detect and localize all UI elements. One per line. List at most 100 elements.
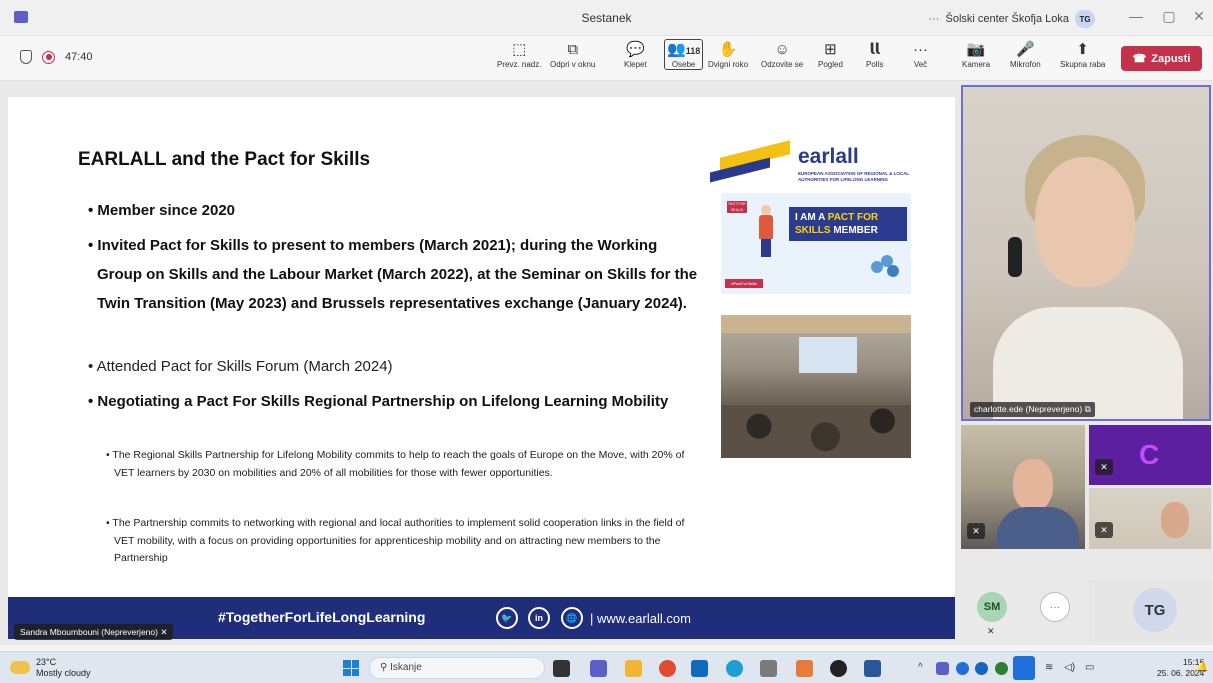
earlall-logo: earlall EUROPEAN ASSOCIATION OF REGIONAL…: [710, 140, 935, 193]
share-button[interactable]: ⬆ Skupna raba: [1060, 40, 1105, 69]
chat-label: Klepet: [624, 60, 647, 69]
view-label: Pogled: [818, 60, 843, 69]
self-video-tile[interactable]: TG: [1089, 580, 1211, 642]
audience: [721, 405, 911, 458]
taskbar-search-box[interactable]: ⚲ Iskanje: [369, 657, 545, 679]
view-button[interactable]: ⊞ Pogled: [818, 40, 843, 69]
weather-cloud-icon[interactable]: [10, 661, 30, 674]
notification-bell-icon[interactable]: 🔔: [1196, 662, 1208, 673]
search-placeholder: Iskanje: [390, 662, 422, 673]
meeting-timer: 47:40: [65, 51, 93, 63]
wifi-icon[interactable]: ≋: [1045, 662, 1053, 673]
pact-banner-highlight: PACT FOR: [827, 212, 879, 223]
linkedin-icon: in: [528, 607, 550, 629]
minimize-button[interactable]: —: [1126, 8, 1146, 24]
take-control-icon: ⬚: [512, 41, 527, 58]
pact-banner-highlight-2: SKILLS: [795, 225, 831, 236]
pact-banner: I AM A PACT FOR SKILLS MEMBER: [789, 207, 907, 241]
headset: [1008, 237, 1022, 277]
participant-video-tile[interactable]: C ✕: [1089, 425, 1211, 485]
raise-hand-label: Dvigni roko: [708, 60, 749, 69]
app-icon[interactable]: [830, 660, 847, 677]
twitter-icon: 🐦: [496, 607, 518, 629]
react-label: Odzovite se: [761, 60, 804, 69]
volume-icon[interactable]: ◁): [1064, 662, 1075, 673]
restore-button[interactable]: ▢: [1159, 8, 1179, 25]
more-button[interactable]: ··· Več: [913, 40, 928, 69]
self-avatar: TG: [1133, 588, 1177, 632]
view-icon: ⊞: [824, 41, 837, 58]
footer-url: | www.earlall.com: [590, 611, 691, 626]
calculator-icon[interactable]: [760, 660, 777, 677]
user-avatar[interactable]: TG: [1075, 10, 1095, 28]
polls-label: Polls: [866, 60, 884, 69]
footer-hashtag: #TogetherForLifeLongLearning: [218, 609, 426, 625]
presenter-name-label: Sandra Mboumbouni (Nepreverjeno) ✕: [14, 624, 174, 640]
slide-bullet: • Invited Pact for Skills to present to …: [88, 237, 698, 312]
trees-illustration: [871, 253, 899, 279]
participant-avatars-row: SM ✕ ··· TG: [961, 580, 1211, 642]
participant-count: 118: [685, 46, 701, 56]
pop-out-icon: ⧉: [567, 41, 579, 58]
globe-icon: 🌐: [561, 607, 583, 629]
people-button[interactable]: 👥118 Osebe: [664, 39, 704, 70]
edge-icon[interactable]: [726, 660, 743, 677]
microphone-tray-icon[interactable]: [1013, 656, 1035, 680]
chevron-up-icon[interactable]: ^: [918, 662, 923, 673]
file-explorer-icon[interactable]: [625, 660, 642, 677]
chat-icon: 💬: [626, 41, 645, 58]
take-control-button[interactable]: ⬚ Prevz. nadz.: [497, 40, 541, 69]
organization-switcher[interactable]: ··· Šolski center Škofja Loka TG: [928, 10, 1095, 28]
chrome-icon[interactable]: [659, 660, 676, 677]
teams-icon[interactable]: [590, 660, 607, 677]
phone-hangup-icon: ☎: [1132, 53, 1147, 65]
polls-button[interactable]: 𝗹𝗹 Polls: [866, 40, 883, 69]
leave-label: Zapusti: [1151, 52, 1191, 65]
people-glyph: 👥: [667, 41, 686, 58]
slide-bullet: • Negotiating a Pact For Skills Regional…: [88, 393, 669, 410]
windows-start-icon[interactable]: [343, 660, 359, 676]
participant-video-tile[interactable]: ✕: [1089, 488, 1211, 549]
close-button[interactable]: ✕: [1189, 8, 1209, 25]
shield-icon[interactable]: [20, 50, 32, 64]
shared-screen-slide: EARLALL and the Pact for Skills • Member…: [8, 97, 955, 639]
camera-label: Kamera: [962, 60, 991, 69]
participant-video-tile[interactable]: ✕: [961, 425, 1085, 549]
teams-tray-icon[interactable]: [936, 662, 949, 675]
bluetooth-icon[interactable]: [975, 662, 988, 675]
weather-description: Mostly cloudy: [36, 668, 91, 678]
participant-shirt: [997, 507, 1079, 549]
meeting-stage: EARLALL and the Pact for Skills • Member…: [0, 81, 1213, 645]
participant-avatar[interactable]: SM: [977, 592, 1007, 622]
react-button[interactable]: ☺ Odzovite se: [761, 40, 803, 69]
windows-taskbar: 23°C Mostly cloudy ⚲ Iskanje ^ ≋ ◁) ▭ 15…: [0, 651, 1213, 683]
presenter-name: Sandra Mboumbouni (Nepreverjeno): [20, 627, 158, 637]
participant-name-label: charlotte.ede (Nepreverjeno) ⧉: [970, 402, 1095, 417]
outlook-icon[interactable]: [691, 660, 708, 677]
participant-video-main[interactable]: charlotte.ede (Nepreverjeno) ⧉: [961, 85, 1211, 421]
camera-button[interactable]: 📷 Kamera: [962, 40, 990, 69]
raise-hand-button[interactable]: ✋ Dvigni roko: [708, 40, 748, 69]
more-options-icon[interactable]: ···: [928, 13, 939, 25]
microphone-button[interactable]: 🎤 Mikrofon: [1010, 40, 1041, 69]
chat-button[interactable]: 💬 Klepet: [624, 40, 647, 69]
pop-out-button[interactable]: ⧉ Odpri v oknu: [550, 40, 595, 69]
slide-title: EARLALL and the Pact for Skills: [78, 149, 371, 170]
pact-banner-text-2: MEMBER: [830, 225, 878, 236]
security-icon[interactable]: [995, 662, 1008, 675]
person-illustration: [759, 205, 773, 257]
weather-widget[interactable]: 23°C Mostly cloudy: [36, 657, 91, 679]
battery-icon[interactable]: ▭: [1085, 662, 1094, 673]
onedrive-icon[interactable]: [956, 662, 969, 675]
participant-name: charlotte.ede (Nepreverjeno): [974, 404, 1083, 414]
recording-icon: [42, 50, 55, 64]
polls-icon: 𝗹𝗹: [869, 41, 880, 58]
snipping-tool-icon[interactable]: [796, 660, 813, 677]
taskbar-app-icon[interactable]: [553, 660, 570, 677]
conference-photo: [721, 315, 911, 458]
more-participants-button[interactable]: ···: [1040, 592, 1070, 622]
participant-face: [1035, 157, 1135, 287]
word-icon[interactable]: [864, 660, 881, 677]
app-logo-icon: C: [1139, 439, 1160, 470]
leave-button[interactable]: ☎ Zapusti: [1121, 46, 1202, 71]
